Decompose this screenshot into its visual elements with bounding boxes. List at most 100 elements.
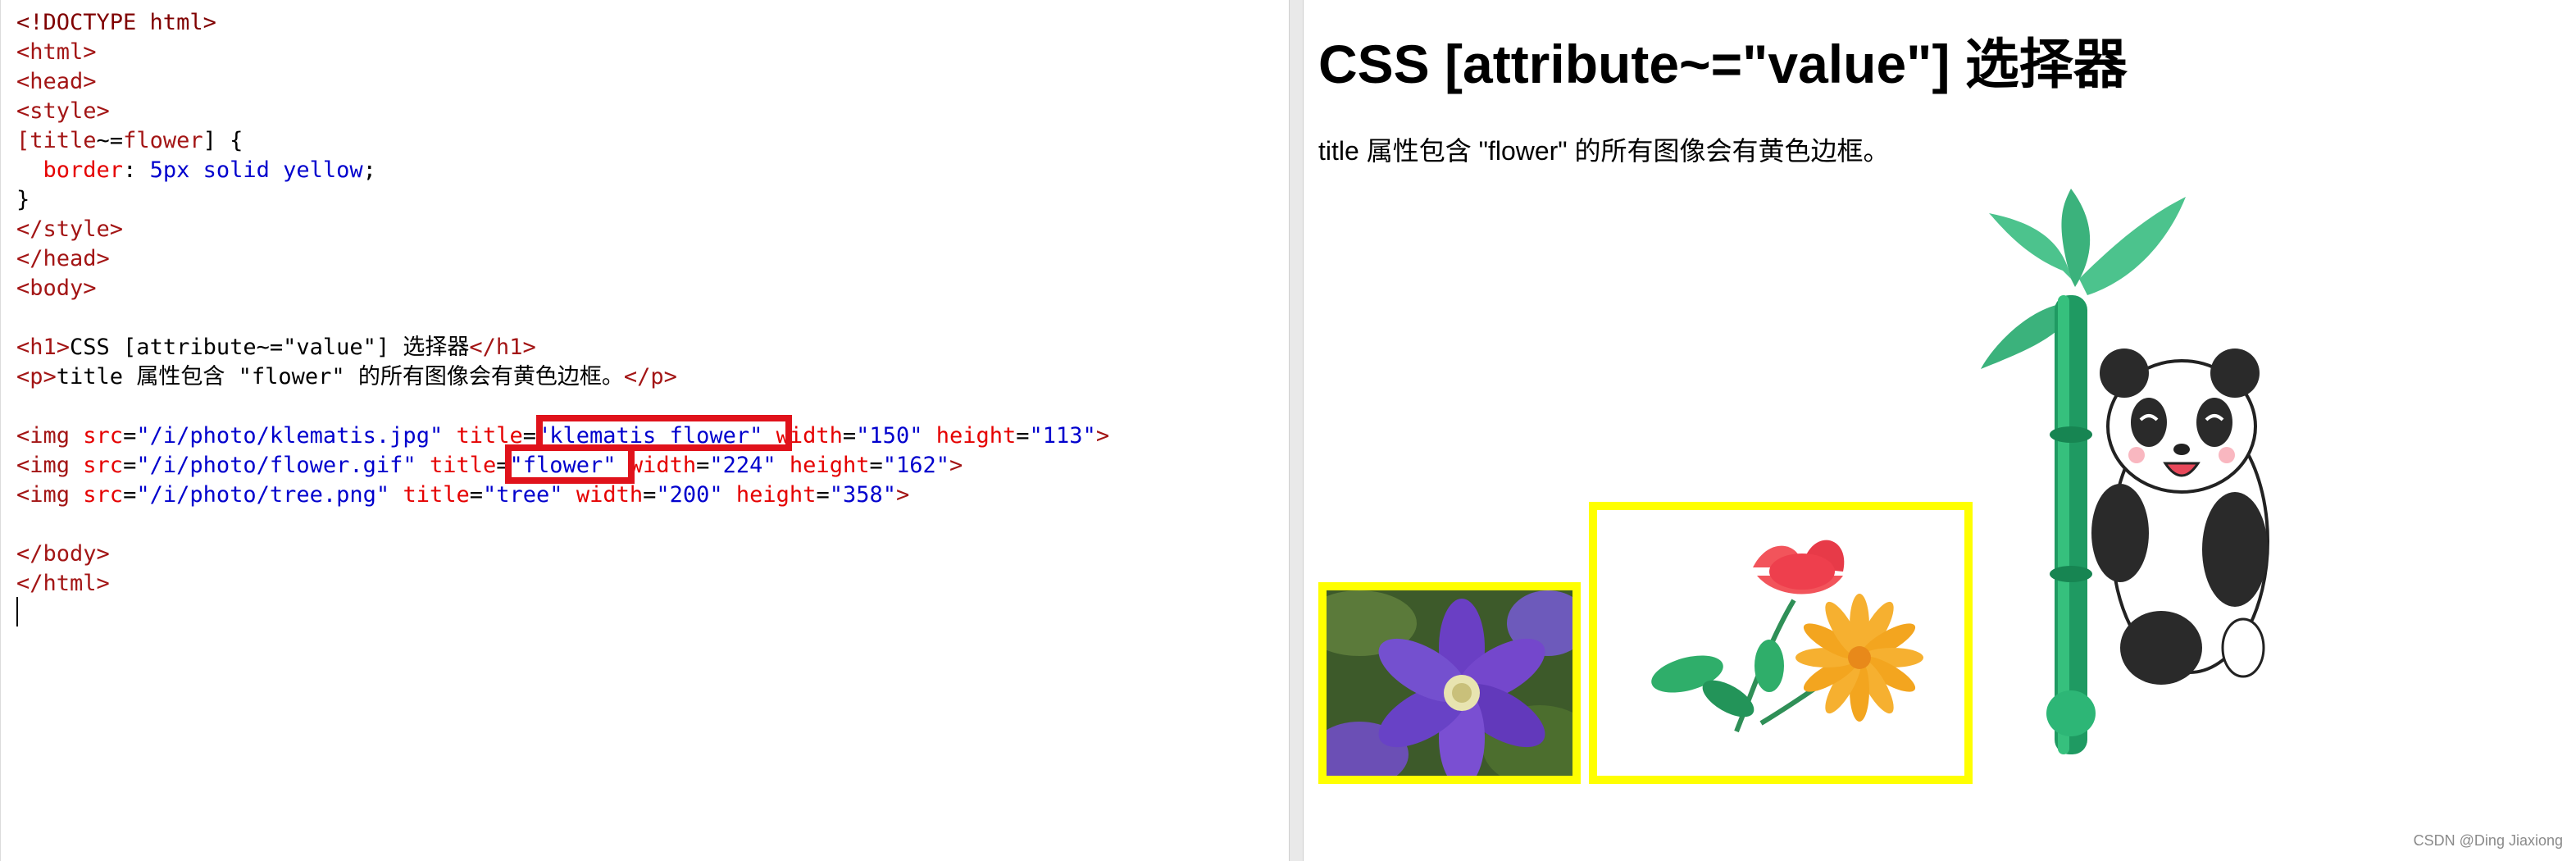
code-token: <head> [16,69,97,94]
code-token: src [83,453,124,478]
code-token: "224" [709,453,776,478]
klematis-image [1318,582,1581,784]
code-token: height [789,453,870,478]
code-token: width [629,453,697,478]
page-heading: CSS [attribute~="value"] 选择器 [1318,34,2128,94]
code-token: ~= [96,128,124,153]
code-token: > [949,453,963,478]
code-token: flower [123,128,203,153]
code-line: </style> [16,215,1279,244]
code-token: ] { [203,128,243,153]
code-token: width [576,482,644,508]
code-token: src [83,482,124,508]
code-token: title [403,482,470,508]
code-token: border [43,157,124,183]
code-line: [title~=flower] { [16,126,1279,156]
code-token: "200" [656,482,723,508]
code-token: ; [362,157,376,183]
code-line: <style> [16,97,1279,126]
code-token: = [842,423,857,449]
code-token: = [123,453,137,478]
code-token: <img [16,482,84,508]
code-token: "/i/photo/tree.png" [136,482,390,508]
highlight-flower-title [505,444,635,484]
code-line: border: 5px solid yellow; [16,156,1279,185]
code-token: </body> [16,541,110,567]
watermark: CSDN @Ding Jiaxiong [2413,832,2563,849]
code-token: [ [16,128,30,153]
klematis-photo [1327,590,1572,776]
code-token: <img [16,453,84,478]
code-token: : [123,157,150,183]
code-token: </html> [16,571,110,596]
code-line: <img src="/i/photo/flower.gif" title="fl… [16,451,1279,481]
code-token: <h1> [16,335,71,360]
code-token: <style> [16,98,110,124]
code-token: "/i/photo/flower.gif" [136,453,416,478]
text-cursor [16,597,18,626]
code-token: CSS [attribute~="value"] 选择器 [70,335,470,360]
code-token: = [123,482,137,508]
code-line: <head> [16,67,1279,97]
code-token: "358" [829,482,896,508]
code-line: <html> [16,38,1279,67]
code-token: title 属性包含 "flower" 的所有图像会有黄色边框。 [56,364,624,390]
page-paragraph: title 属性包含 "flower" 的所有图像会有黄色边框。 [1318,136,1890,166]
code-token: <!DOCTYPE html> [16,10,216,35]
code-token: <html> [16,39,97,65]
flower-image [1589,502,1973,784]
code-token: } [16,187,30,212]
code-token: > [1095,423,1110,449]
code-token: height [935,423,1017,449]
code-line: </body> [16,540,1279,569]
code-token: "113" [1029,423,1096,449]
code-token: > [896,482,910,508]
code-token: "tree" [483,482,563,508]
pane-splitter[interactable] [1289,0,1304,861]
code-token: = [469,482,483,508]
code-token: "162" [882,453,950,478]
code-line: <!DOCTYPE html> [16,8,1279,38]
code-line: } [16,185,1279,215]
code-token: "/i/photo/klematis.jpg" [136,423,444,449]
code-line: <body> [16,274,1279,303]
code-token: </h1> [469,335,536,360]
code-token: 5px solid yellow [149,157,363,183]
code-line: <img src="/i/photo/tree.png" title="tree… [16,481,1279,510]
code-token: <p> [16,364,57,390]
code-line: <h1>CSS [attribute~="value"] 选择器</h1> [16,333,1279,362]
code-token: = [816,482,830,508]
code-token: <body> [16,276,97,301]
result-preview: CSS [attribute~="value"] 选择器 title 属性包含 … [1304,0,2576,861]
code-token: = [869,453,883,478]
code-token: = [643,482,657,508]
code-line: </html> [16,569,1279,599]
code-line: </head> [16,244,1279,274]
code-token: src [83,423,124,449]
code-line: <p>title 属性包含 "flower" 的所有图像会有黄色边框。</p> [16,362,1279,392]
tree-image [1973,189,2301,776]
code-token: </head> [16,246,110,271]
code-token: title [30,128,97,153]
code-editor[interactable]: <!DOCTYPE html> <html> <head> <style> [title… [0,0,1289,861]
code-token: <img [16,423,84,449]
code-token: = [123,423,137,449]
flower-illustration [1597,510,1964,776]
code-token: </p> [623,364,677,390]
code-token: "150" [856,423,923,449]
code-token: height [735,482,817,508]
code-token: = [1016,423,1030,449]
code-token: = [696,453,710,478]
code-token: title [429,453,497,478]
code-token: </style> [16,216,124,242]
